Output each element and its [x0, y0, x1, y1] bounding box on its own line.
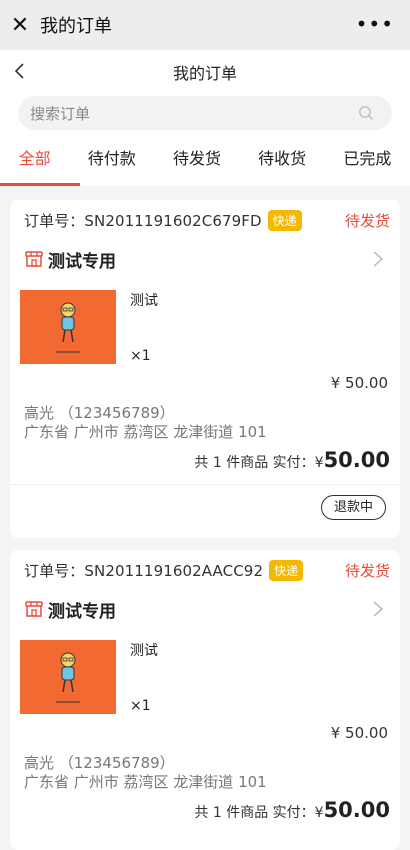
tab-pending-receipt[interactable]: 待收货 — [256, 136, 308, 186]
recipient-contact: 高光 （123456789） — [24, 754, 175, 772]
order-header: 订单号：SN2011191602AACC92 快递 待发货 — [10, 552, 400, 588]
search-input[interactable]: 搜索订单 — [18, 96, 392, 130]
tab-pending-payment[interactable]: 待付款 — [86, 136, 138, 186]
shop-icon — [25, 601, 43, 617]
shop-name: 测试专用 — [48, 251, 116, 272]
shop-name: 测试专用 — [48, 601, 116, 622]
search-icon[interactable] — [358, 105, 374, 121]
cartoon-figure-icon — [56, 652, 80, 703]
refund-status-button[interactable]: 退款中 — [320, 494, 386, 520]
cartoon-figure-icon — [56, 302, 80, 353]
order-header: 订单号：SN2011191602C679FD 快递 待发货 — [10, 202, 400, 238]
order-actions: 退款中 — [10, 485, 400, 529]
page-title: 我的订单 — [172, 64, 237, 83]
search-bar: 搜索订单 — [0, 94, 410, 136]
product-image — [20, 640, 116, 714]
order-card[interactable]: 订单号：SN2011191602AACC92 快递 待发货 测试专用 测试 ×1… — [10, 550, 400, 850]
product-quantity: ×1 — [130, 698, 151, 714]
recipient-address: 广东省 广州市 荔湾区 龙津街道 101 — [24, 423, 267, 441]
more-icon[interactable]: ••• — [356, 12, 394, 36]
product-quantity: ×1 — [130, 348, 151, 364]
delivery-badge: 快递 — [269, 559, 304, 581]
product-image — [20, 290, 116, 364]
shop-icon — [25, 251, 43, 267]
active-tab-indicator — [0, 183, 80, 186]
tab-pending-shipment[interactable]: 待发货 — [171, 136, 223, 186]
shop-row[interactable]: 测试专用 — [10, 588, 400, 630]
status-tabs: 全部 待付款 待发货 待收货 已完成 — [0, 136, 410, 186]
order-total: 共 1 件商品 实付：¥50.00 — [194, 448, 390, 472]
nav-bar: 我的订单 — [0, 50, 410, 94]
product-item[interactable]: 测试 ×1 — [10, 280, 400, 364]
order-card[interactable]: 订单号：SN2011191602C679FD 快递 待发货 测试专用 测试 ×1… — [10, 200, 400, 538]
tab-completed[interactable]: 已完成 — [341, 136, 393, 186]
product-price: ¥ 50.00 — [330, 374, 388, 392]
order-number: 订单号：SN2011191602C679FD — [24, 211, 262, 230]
delivery-badge: 快递 — [267, 209, 302, 231]
product-name: 测试 — [130, 293, 158, 309]
wechat-title: 我的订单 — [40, 16, 112, 37]
back-icon[interactable] — [8, 59, 32, 83]
chevron-right-icon — [373, 601, 384, 617]
shop-row[interactable]: 测试专用 — [10, 238, 400, 280]
chevron-right-icon — [373, 251, 384, 267]
shipping-address: 高光 （123456789） 广东省 广州市 荔湾区 龙津街道 101 — [10, 746, 400, 792]
close-icon[interactable]: ✕ — [0, 0, 40, 50]
orders-page: 我的订单 搜索订单 全部 待付款 待发货 待收货 已完成 订单号：SN20111… — [0, 50, 410, 850]
order-total: 共 1 件商品 实付：¥50.00 — [194, 798, 390, 822]
order-status: 待发货 — [344, 211, 390, 230]
shipping-address: 高光 （123456789） 广东省 广州市 荔湾区 龙津街道 101 — [10, 396, 400, 442]
recipient-contact: 高光 （123456789） — [24, 404, 175, 422]
order-status: 待发货 — [344, 561, 390, 580]
product-item[interactable]: 测试 ×1 — [10, 630, 400, 714]
product-price: ¥ 50.00 — [330, 724, 388, 742]
recipient-address: 广东省 广州市 荔湾区 龙津街道 101 — [24, 773, 267, 791]
product-name: 测试 — [130, 643, 158, 659]
order-number: 订单号：SN2011191602AACC92 — [24, 561, 264, 580]
tab-all[interactable]: 全部 — [17, 136, 53, 186]
search-placeholder: 搜索订单 — [30, 104, 91, 123]
wechat-top-bar: ✕ 我的订单 ••• — [0, 0, 410, 50]
